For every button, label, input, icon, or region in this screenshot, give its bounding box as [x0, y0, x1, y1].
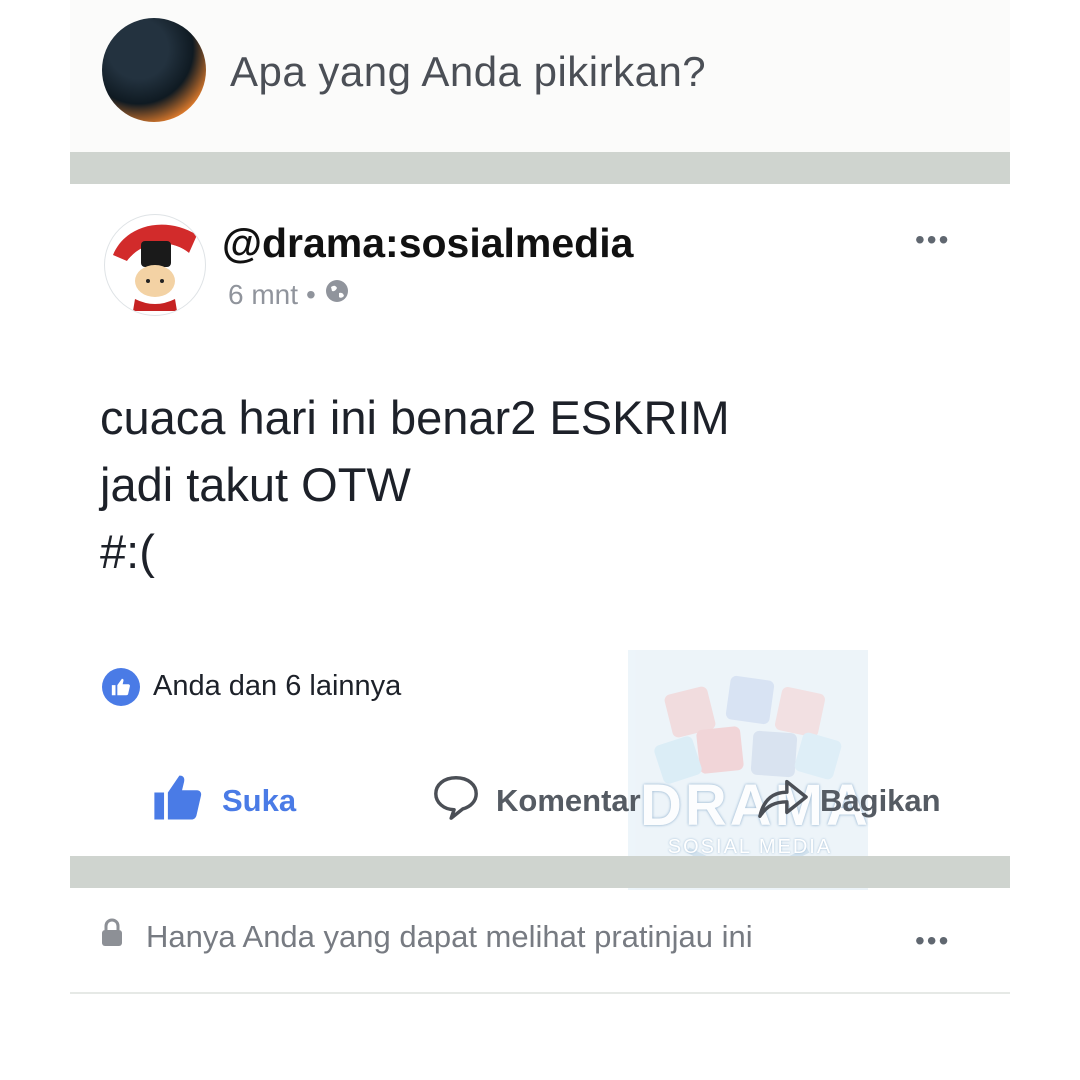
- avatar: [102, 18, 206, 122]
- reaction-summary[interactable]: Anda dan 6 lainnya: [153, 670, 401, 703]
- like-reaction-icon: [102, 668, 140, 706]
- post-text-line: jadi takut OTW: [100, 458, 411, 511]
- composer-prompt[interactable]: Apa yang Anda pikirkan?: [230, 48, 706, 96]
- thumbs-up-icon: [150, 770, 206, 832]
- comment-label: Komentar: [496, 783, 641, 818]
- avatar[interactable]: [104, 214, 206, 316]
- share-button[interactable]: Bagikan: [756, 772, 941, 830]
- post-time[interactable]: 6 mnt: [228, 279, 298, 311]
- feed-divider: [70, 856, 1010, 888]
- post-author[interactable]: @drama:sosialmedia: [222, 220, 633, 267]
- privacy-text: Hanya Anda yang dapat melihat pratinjau …: [146, 919, 753, 954]
- post-meta: 6 mnt •: [228, 278, 350, 311]
- more-options-icon[interactable]: •••: [915, 224, 950, 256]
- post-text-line: #:(: [100, 525, 155, 578]
- share-label: Bagikan: [820, 783, 941, 818]
- post-text-line: cuaca hari ini benar2 ESKRIM: [100, 391, 730, 444]
- like-label: Suka: [222, 783, 297, 818]
- status-composer[interactable]: Apa yang Anda pikirkan?: [70, 0, 1010, 152]
- globe-icon: [324, 278, 350, 311]
- lock-icon: [100, 918, 124, 956]
- divider: [70, 992, 1010, 994]
- privacy-notice: Hanya Anda yang dapat melihat pratinjau …: [100, 918, 753, 956]
- like-button[interactable]: Suka: [150, 770, 296, 832]
- feed-divider: [70, 152, 1010, 184]
- meta-separator: •: [306, 278, 316, 310]
- comment-button[interactable]: Komentar: [430, 772, 641, 830]
- post-body: cuaca hari ini benar2 ESKRIM jadi takut …: [100, 384, 980, 585]
- comment-icon: [430, 772, 482, 830]
- share-arrow-icon: [756, 772, 810, 830]
- more-options-icon[interactable]: •••: [915, 925, 950, 957]
